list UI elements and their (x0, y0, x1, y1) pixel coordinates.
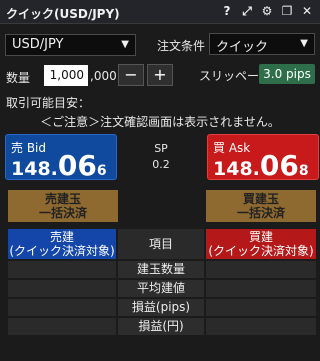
gear-icon[interactable]: ⚙ (260, 4, 274, 18)
spread-label: SP (154, 142, 168, 155)
ask-price-main: 148. (213, 158, 260, 180)
sell-bulk-line2: 一括決済 (38, 206, 87, 220)
buy-bulk-line1: 買建玉 (242, 192, 279, 206)
spread-display: SP 0.2 (146, 141, 176, 173)
close-icon[interactable]: ✕ (300, 4, 314, 18)
bid-button[interactable]: 売 Bid 148.066 (5, 134, 117, 182)
chevron-down-icon: ▼ (121, 39, 129, 50)
currency-pair-value: USD/JPY (12, 37, 64, 52)
sell-cell (8, 299, 116, 316)
available-label: 取引可能目安： (6, 96, 91, 110)
buy-column-header: 買建 (クイック決済対象) (206, 229, 316, 259)
table-row: 損益(円) (8, 318, 316, 335)
sell-cell (8, 318, 116, 335)
quantity-minus-button[interactable]: − (118, 64, 144, 86)
expand-icon[interactable]: ⤢ (240, 4, 254, 18)
buy-cell (206, 280, 316, 297)
title-bar-icons: ? ⤢ ⚙ ❐ ✕ (220, 4, 314, 18)
ask-price-big: 06 (259, 149, 299, 182)
quantity-input[interactable]: 1,000 (44, 65, 88, 86)
table-row: 損益(pips) (8, 299, 316, 316)
row-label: 建玉数量 (118, 261, 204, 278)
title-bar: クイック(USD/JPY) ? ⤢ ⚙ ❐ ✕ (0, 0, 320, 24)
restore-icon[interactable]: ❐ (280, 4, 294, 18)
row-label: 損益(円) (118, 318, 204, 335)
quantity-label: 数量 (6, 71, 31, 85)
buy-bulk-line2: 一括決済 (236, 206, 285, 220)
bid-price-small: 6 (96, 163, 107, 179)
sell-position-bulk-settle-button[interactable]: 売建玉 一括決済 (8, 190, 118, 222)
sell-cell (8, 261, 116, 278)
bid-price: 148.066 (11, 149, 107, 182)
spread-value: 0.2 (152, 158, 170, 171)
ask-price: 148.068 (213, 149, 309, 182)
order-condition-select[interactable]: クイック ▼ (209, 33, 315, 55)
sell-header-line2: (クイック決済対象) (9, 244, 115, 258)
buy-cell (206, 318, 316, 335)
buy-position-bulk-settle-button[interactable]: 買建玉 一括決済 (206, 190, 316, 222)
table-row: 建玉数量 (8, 261, 316, 278)
sell-column-header: 売建 (クイック決済対象) (8, 229, 116, 259)
ask-price-small: 8 (298, 163, 309, 179)
help-icon[interactable]: ? (220, 4, 234, 18)
quantity-plus-button[interactable]: + (147, 64, 173, 86)
buy-header-line1: 買建 (248, 230, 273, 244)
item-column-header: 項目 (118, 229, 204, 259)
row-label: 損益(pips) (118, 299, 204, 316)
chevron-down-icon: ▼ (300, 38, 308, 49)
order-condition-label: 注文条件 (157, 39, 206, 53)
sell-cell (8, 280, 116, 297)
row-label: 平均建値 (118, 280, 204, 297)
sell-bulk-line1: 売建玉 (44, 192, 81, 206)
bid-price-big: 06 (57, 149, 97, 182)
buy-cell (206, 261, 316, 278)
currency-pair-select[interactable]: USD/JPY ▼ (5, 34, 136, 56)
ask-button[interactable]: 買 Ask 148.068 (207, 134, 319, 182)
buy-cell (206, 299, 316, 316)
buy-header-line2: (クイック決済対象) (208, 244, 314, 258)
order-condition-value: クイック (216, 40, 269, 55)
quantity-suffix: ,000 (90, 69, 117, 83)
bid-price-main: 148. (11, 158, 58, 180)
window-title: クイック(USD/JPY) (6, 7, 120, 21)
table-row: 平均建値 (8, 280, 316, 297)
sell-header-line1: 売建 (49, 230, 74, 244)
notice-text: ＜ご注意＞注文確認画面は表示されません。 (40, 115, 280, 129)
slippage-input[interactable]: 3.0 pips (259, 64, 315, 84)
